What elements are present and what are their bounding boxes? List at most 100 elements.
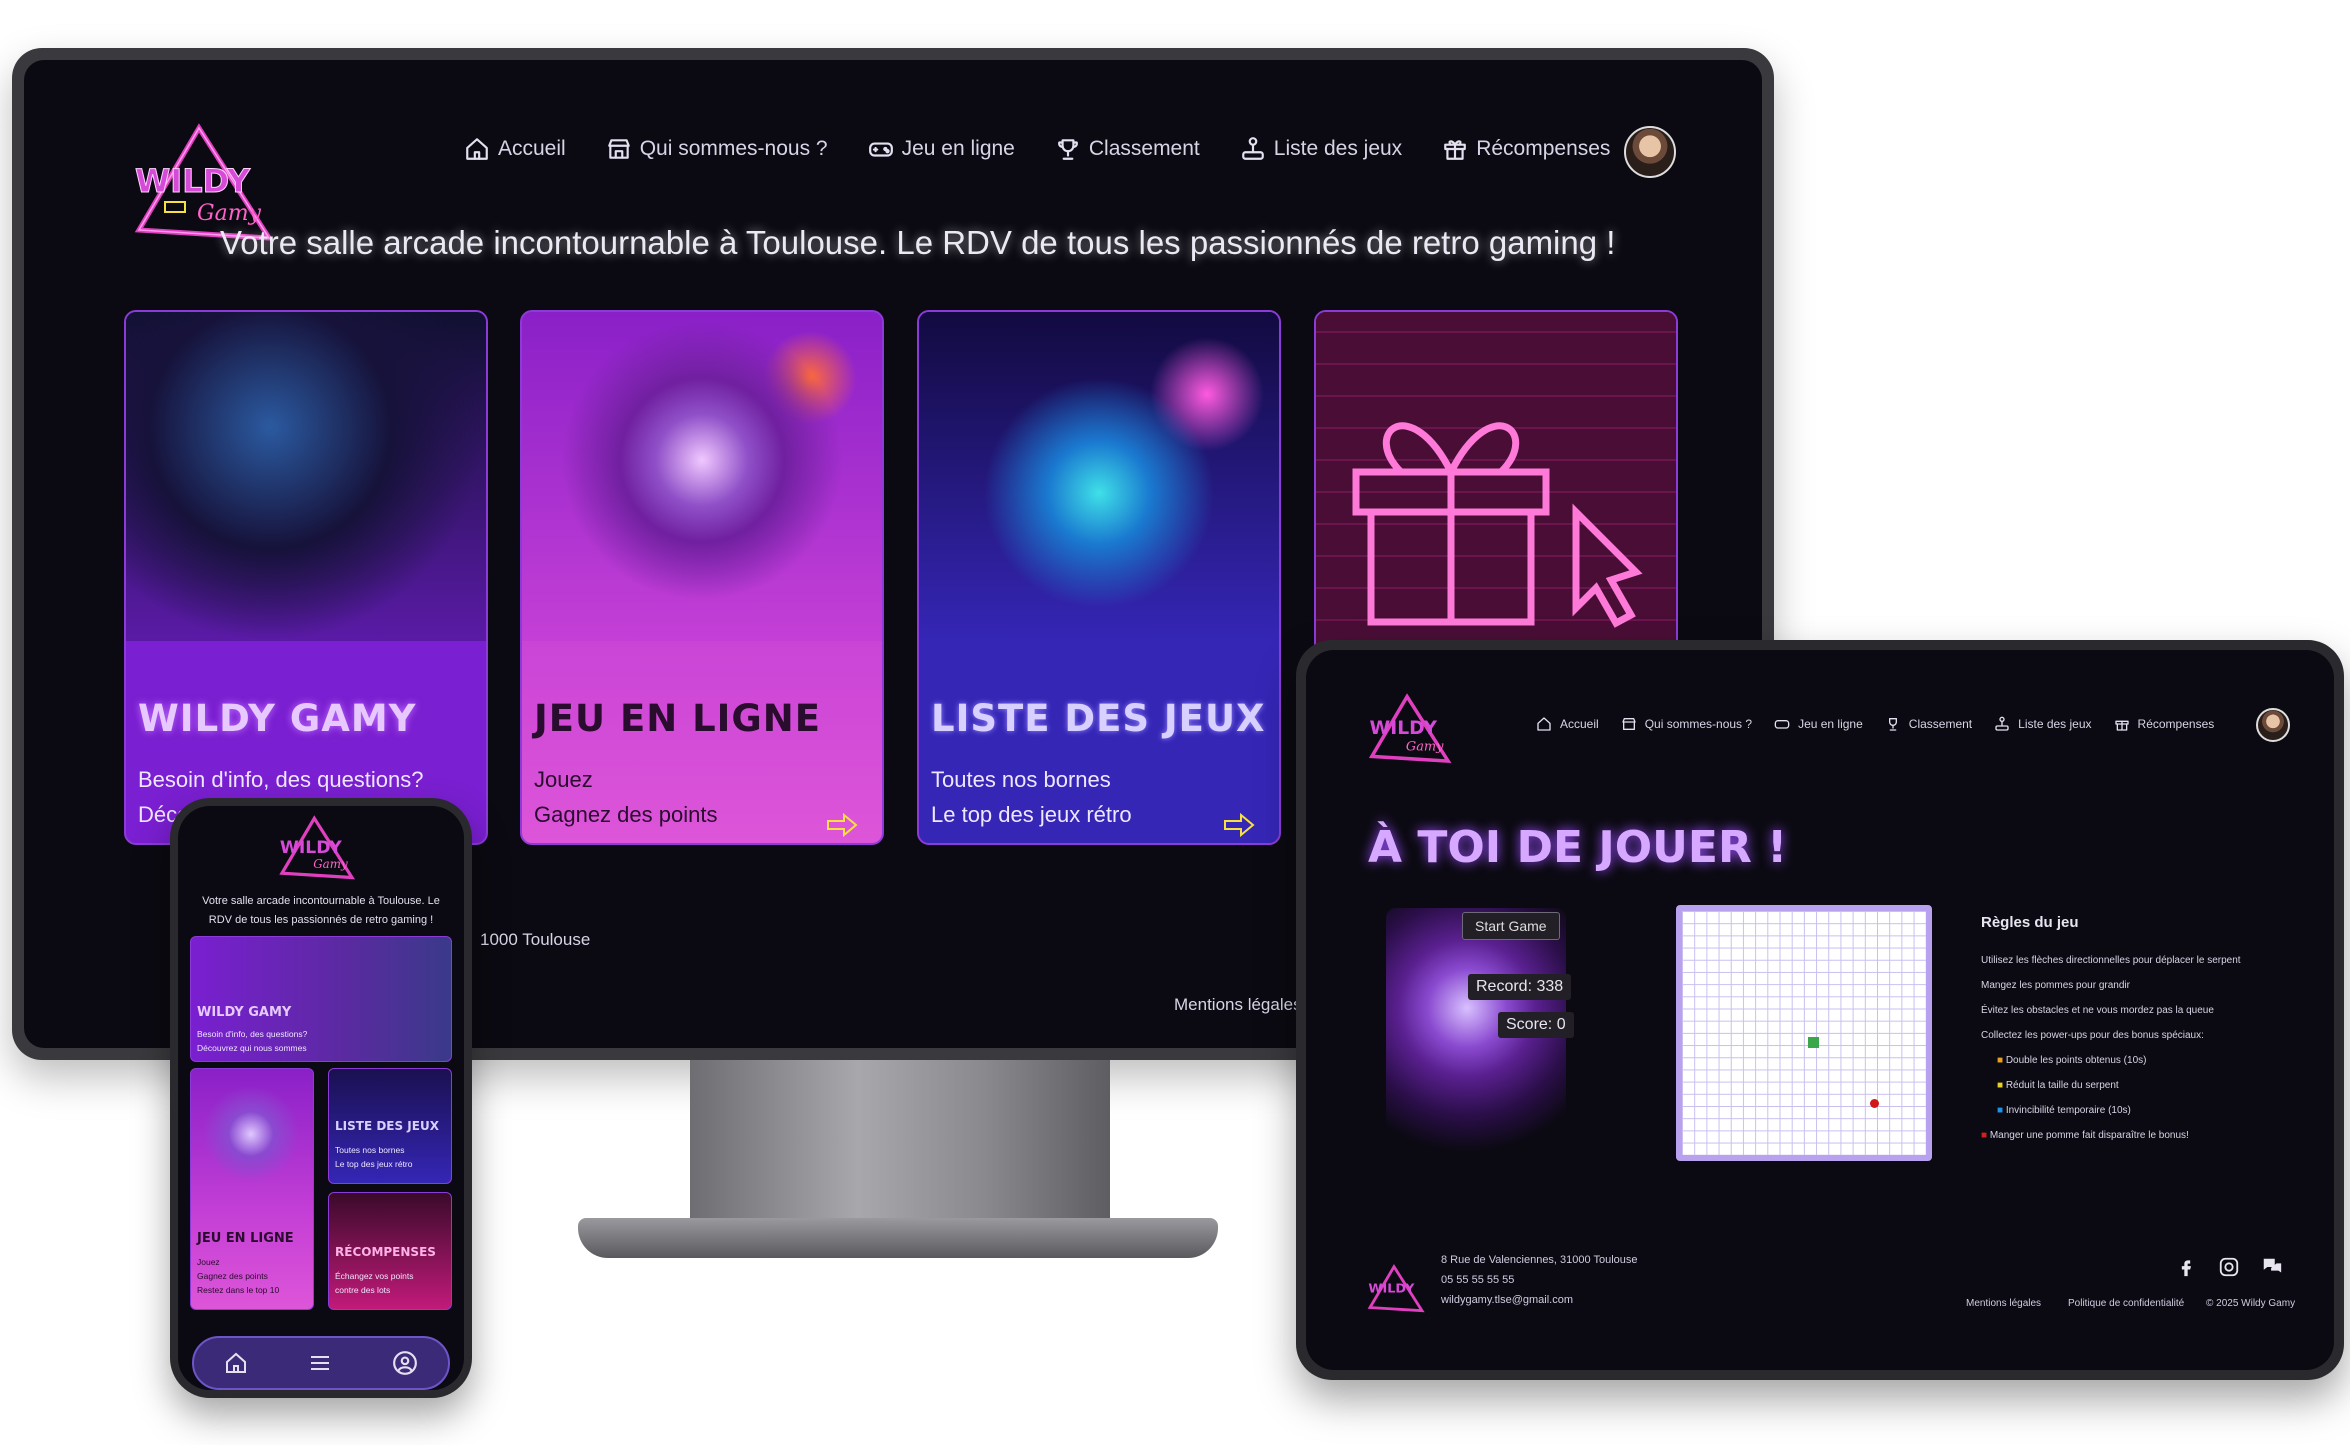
nav-liste-des-jeux[interactable]: Liste des jeux xyxy=(1240,136,1402,162)
tablet-device: WILDY Gamy Accueil Qui sommes-nous ? Jeu… xyxy=(1296,640,2344,1380)
nav-label: Récompenses xyxy=(1476,137,1611,160)
trophy-icon xyxy=(1057,139,1078,160)
rule-text: Invincibilité temporaire (10s) xyxy=(2005,1105,2131,1116)
nav-label: Jeu en ligne xyxy=(1798,717,1863,731)
account-icon[interactable] xyxy=(392,1350,418,1376)
powerup-rule: ■ Manger une pomme fait disparaître le b… xyxy=(1981,1130,2241,1141)
arrow-icon xyxy=(827,813,858,837)
card-line: Besoin d'info, des questions? xyxy=(197,1029,308,1039)
home-icon[interactable] xyxy=(224,1351,248,1375)
footer-mentions[interactable]: Mentions légales xyxy=(1966,1298,2041,1309)
footer-phone: 05 55 55 55 55 xyxy=(1441,1274,1515,1286)
wildy-gamy-logo[interactable]: WILDY Gamy xyxy=(1366,690,1454,770)
score-display: Score: 0 xyxy=(1498,1012,1574,1038)
nav-jeu-en-ligne[interactable]: Jeu en ligne xyxy=(1774,716,1863,732)
logo-script: Gamy xyxy=(313,857,348,871)
card-line: Toutes nos bornes xyxy=(335,1145,405,1155)
rule-text: Double les points obtenus (10s) xyxy=(2005,1055,2147,1066)
arcade-machines-image xyxy=(919,312,1279,642)
rule-line: Évitez les obstacles et ne vous mordez p… xyxy=(1981,1005,2214,1016)
rule-text: Réduit la taille du serpent xyxy=(2005,1080,2119,1091)
double-points-icon: ■ xyxy=(1997,1055,2004,1066)
card-jeu-en-ligne[interactable]: JEU EN LIGNE Jouez Gagnez des points Res… xyxy=(190,1068,314,1310)
nav-classement[interactable]: Classement xyxy=(1055,136,1200,162)
game-title: À TOI DE JOUER ! xyxy=(1368,822,1788,873)
user-avatar[interactable] xyxy=(2256,708,2290,742)
nav-label: Qui sommes-nous ? xyxy=(1644,717,1753,731)
chat-icon[interactable] xyxy=(2260,1256,2284,1278)
joystick-icon xyxy=(1995,716,2009,731)
instagram-icon[interactable] xyxy=(2218,1256,2240,1278)
nav-label: Classement xyxy=(1908,717,1973,731)
nav-classement[interactable]: Classement xyxy=(1885,716,1972,732)
nav-liste-des-jeux[interactable]: Liste des jeux xyxy=(1994,716,2092,732)
card-line: Jouez xyxy=(534,767,593,792)
snake-game-board[interactable] xyxy=(1676,905,1932,1161)
footer-privacy[interactable]: Politique de confidentialité xyxy=(2068,1298,2184,1309)
tablet-nav: Accueil Qui sommes-nous ? Jeu en ligne C… xyxy=(1536,716,2214,732)
rule-text: Manger une pomme fait disparaître le bon… xyxy=(1989,1130,2189,1141)
card-title: LISTE DES JEUX xyxy=(931,697,1266,740)
monitor-stand xyxy=(690,1060,1110,1220)
snake-segment xyxy=(1808,1037,1819,1048)
gift-icon xyxy=(2114,720,2129,731)
user-avatar[interactable] xyxy=(1624,126,1676,178)
nav-accueil[interactable]: Accueil xyxy=(464,136,566,162)
card-wildy-gamy[interactable]: WILDY GAMY Besoin d'info, des questions?… xyxy=(190,936,452,1062)
card-line: Gagnez des points xyxy=(534,802,718,827)
nav-accueil[interactable]: Accueil xyxy=(1536,716,1599,732)
card-line: Besoin d'info, des questions? xyxy=(138,767,424,792)
tablet-screen: WILDY Gamy Accueil Qui sommes-nous ? Jeu… xyxy=(1306,650,2334,1370)
footer-copyright: © 2025 Wildy Gamy xyxy=(2206,1298,2296,1309)
nav-qui-sommes-nous[interactable]: Qui sommes-nous ? xyxy=(606,136,828,162)
card-title: WILDY GAMY xyxy=(138,697,417,740)
card-line: Échangez vos points xyxy=(335,1271,414,1281)
footer-email[interactable]: wildygamy.tlse@gmail.com xyxy=(1441,1294,1573,1306)
desktop-tagline: Votre salle arcade incontournable à Toul… xyxy=(220,224,1616,261)
joystick-icon xyxy=(1241,137,1264,160)
gift-neon-icon xyxy=(1352,422,1643,628)
rule-line: Collectez les power-ups pour des bonus s… xyxy=(1981,1030,2204,1041)
powerup-rule: ■ Invincibilité temporaire (10s) xyxy=(1997,1105,2241,1116)
nav-recompenses[interactable]: Récompenses xyxy=(2114,716,2214,732)
shop-icon xyxy=(1622,718,1636,730)
card-line: Toutes nos bornes xyxy=(931,767,1111,792)
nav-qui-sommes-nous[interactable]: Qui sommes-nous ? xyxy=(1621,716,1752,732)
home-icon xyxy=(466,138,488,160)
card-recompenses[interactable]: RÉCOMPENSES Échangez vos points contre d… xyxy=(328,1192,452,1310)
rules-heading: Règles du jeu xyxy=(1981,914,2079,931)
card-wildy-gamy[interactable]: WILDY GAMY Besoin d'info, des questions?… xyxy=(124,310,488,845)
nav-jeu-en-ligne[interactable]: Jeu en ligne xyxy=(868,136,1015,162)
arcade-room-image xyxy=(126,312,486,642)
desktop-footer-mentions[interactable]: Mentions légales xyxy=(1174,995,1302,1015)
card-liste-des-jeux[interactable]: LISTE DES JEUX Toutes nos bornes Le top … xyxy=(917,310,1281,845)
snake-image xyxy=(201,1079,301,1189)
shrink-icon: ■ xyxy=(1997,1080,2004,1091)
footer-address: 8 Rue de Valenciennes, 31000 Toulouse xyxy=(1441,1254,1638,1266)
logo-text: WILDY xyxy=(1368,1281,1415,1296)
apple-warning-icon: ■ xyxy=(1981,1130,1988,1141)
start-game-button[interactable]: Start Game xyxy=(1462,912,1560,940)
card-line: Restez dans le top 10 xyxy=(197,1285,280,1295)
card-line: Découvrez qui nous sommes xyxy=(197,1043,307,1053)
phone-device: WILDY Gamy Votre salle arcade incontourn… xyxy=(170,798,472,1398)
logo-text: WILDY xyxy=(135,162,251,200)
desktop-nav: Accueil Qui sommes-nous ? Jeu en ligne C… xyxy=(464,136,1610,162)
facebook-icon[interactable] xyxy=(2176,1256,2196,1278)
powerup-rule: ■ Double les points obtenus (10s) xyxy=(1997,1055,2241,1066)
logo-script: Gamy xyxy=(1406,740,1444,755)
nav-recompenses[interactable]: Récompenses xyxy=(1442,136,1610,162)
wildy-gamy-logo[interactable]: WILDY Gamy xyxy=(276,814,358,884)
card-title: JEU EN LIGNE xyxy=(534,697,822,740)
card-line: Le top des jeux rétro xyxy=(335,1159,413,1169)
card-liste-des-jeux[interactable]: LISTE DES JEUX Toutes nos bornes Le top … xyxy=(328,1068,452,1184)
rule-line: Utilisez les flèches directionnelles pou… xyxy=(1981,955,2241,966)
card-jeu-en-ligne[interactable]: JEU EN LIGNE Jouez Gagnez des points xyxy=(520,310,884,845)
footer-logo[interactable]: WILDY xyxy=(1366,1262,1426,1317)
menu-icon[interactable] xyxy=(307,1351,333,1375)
logo-script: Gamy xyxy=(197,201,262,226)
apple xyxy=(1870,1099,1879,1108)
card-line: Le top des jeux rétro xyxy=(931,802,1132,827)
trophy-icon xyxy=(1888,718,1897,731)
desktop-footer-address: 1000 Toulouse xyxy=(480,930,591,949)
